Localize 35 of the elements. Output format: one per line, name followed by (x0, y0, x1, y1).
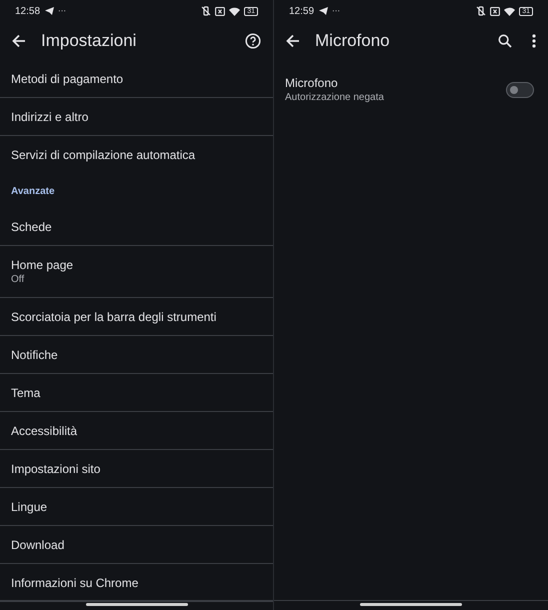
wifi-icon (504, 6, 516, 16)
sim-icon (490, 6, 500, 16)
settings-item[interactable]: Indirizzi e altro (0, 98, 273, 136)
settings-item[interactable]: Accessibilità (0, 412, 273, 450)
more-icon[interactable] (532, 34, 536, 48)
vibrate-off-icon (201, 6, 212, 16)
status-time: 12:59 (289, 4, 314, 18)
vibrate-off-icon (476, 6, 486, 16)
wifi-icon (229, 6, 240, 16)
settings-item[interactable]: Metodi di pagamento (0, 60, 273, 98)
settings-item[interactable]: Download (0, 526, 273, 564)
settings-item[interactable]: Lingue (0, 488, 273, 526)
status-time: 12:58 (15, 4, 40, 18)
settings-item[interactable]: Scorciatoia per la barra degli strumenti (0, 298, 273, 336)
section-header: Avanzate (11, 184, 55, 198)
settings-item[interactable]: Microfono Autorizzazione negata (274, 64, 548, 116)
settings-item[interactable]: Servizi di compilazione automatica (0, 136, 273, 174)
page-title: Impostazioni (41, 30, 136, 52)
help-icon[interactable] (245, 33, 261, 49)
back-icon[interactable] (12, 34, 26, 48)
sim-icon (215, 6, 226, 16)
more-status-text: ··· (58, 5, 66, 17)
send-icon (45, 7, 54, 15)
settings-item[interactable]: Impostazioni sito (0, 450, 273, 488)
page-title: Microfono (315, 30, 390, 52)
more-status-text: ··· (332, 5, 340, 17)
settings-item[interactable]: Informazioni su Chrome (0, 564, 273, 602)
settings-item[interactable]: Home page Off (0, 246, 273, 298)
settings-item[interactable]: Schede (0, 208, 273, 246)
settings-item[interactable]: Tema (0, 374, 273, 412)
toggle-switch[interactable] (506, 82, 534, 98)
send-icon (319, 7, 328, 15)
settings-item[interactable]: Notifiche (0, 336, 273, 374)
search-icon[interactable] (498, 34, 512, 48)
back-icon[interactable] (286, 34, 300, 48)
